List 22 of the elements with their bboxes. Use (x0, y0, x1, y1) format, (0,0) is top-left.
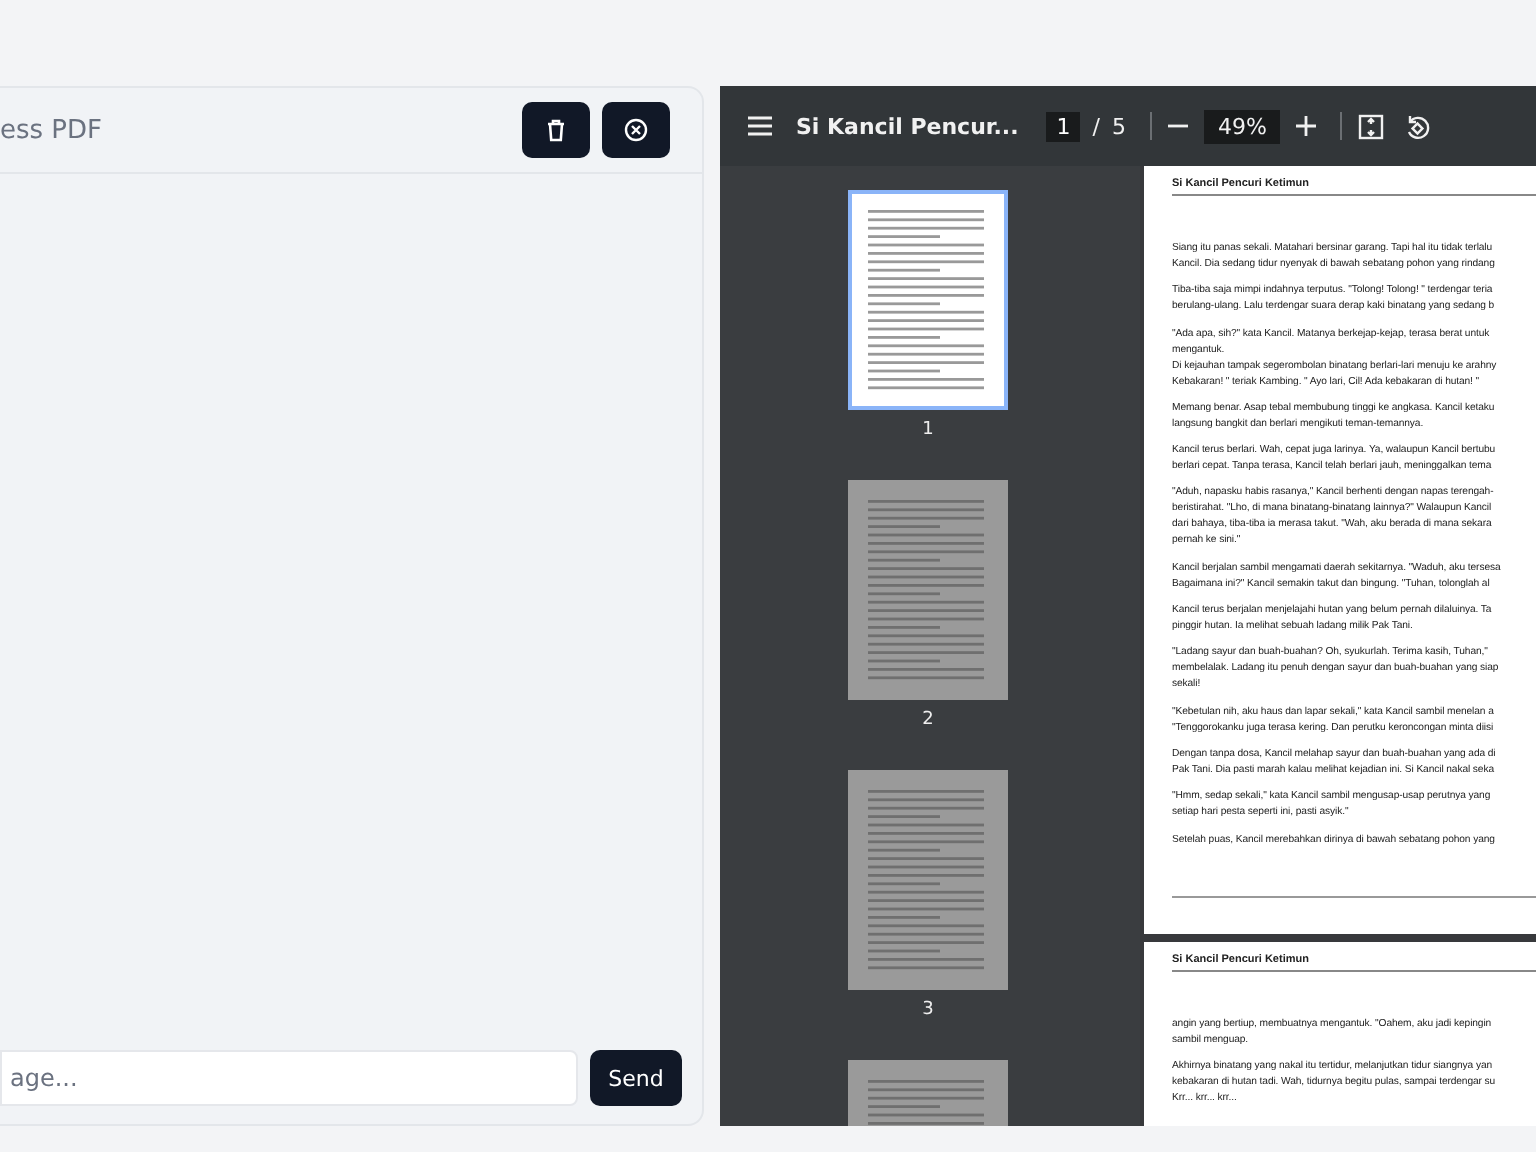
rotate-icon[interactable] (1404, 113, 1431, 139)
page-separator: / (1092, 113, 1101, 139)
trash-icon (546, 118, 566, 142)
document-title: Si Kancil Pencur... (796, 113, 1019, 139)
page-total: 5 (1112, 113, 1127, 139)
zoom-in-icon[interactable] (1296, 116, 1317, 136)
page-thumbnail[interactable] (848, 190, 1008, 410)
page-label: 1 (922, 420, 934, 440)
page-number-field[interactable]: 1 (1046, 111, 1081, 141)
panel-title: ess PDF (0, 115, 103, 145)
close-icon (624, 118, 648, 142)
page-label: 2 (922, 710, 934, 730)
close-button[interactable] (602, 102, 670, 158)
page-thumbnail[interactable] (848, 480, 1008, 700)
menu-icon[interactable] (748, 116, 772, 136)
message-input[interactable]: age... (0, 1050, 578, 1106)
page-label: 3 (922, 1000, 934, 1020)
fit-page-icon[interactable] (1358, 113, 1385, 139)
zoom-level-field[interactable]: 49% (1204, 109, 1281, 143)
page-thumbnail[interactable] (848, 770, 1008, 990)
delete-button[interactable] (522, 102, 590, 158)
send-button[interactable]: Send (590, 1050, 682, 1106)
